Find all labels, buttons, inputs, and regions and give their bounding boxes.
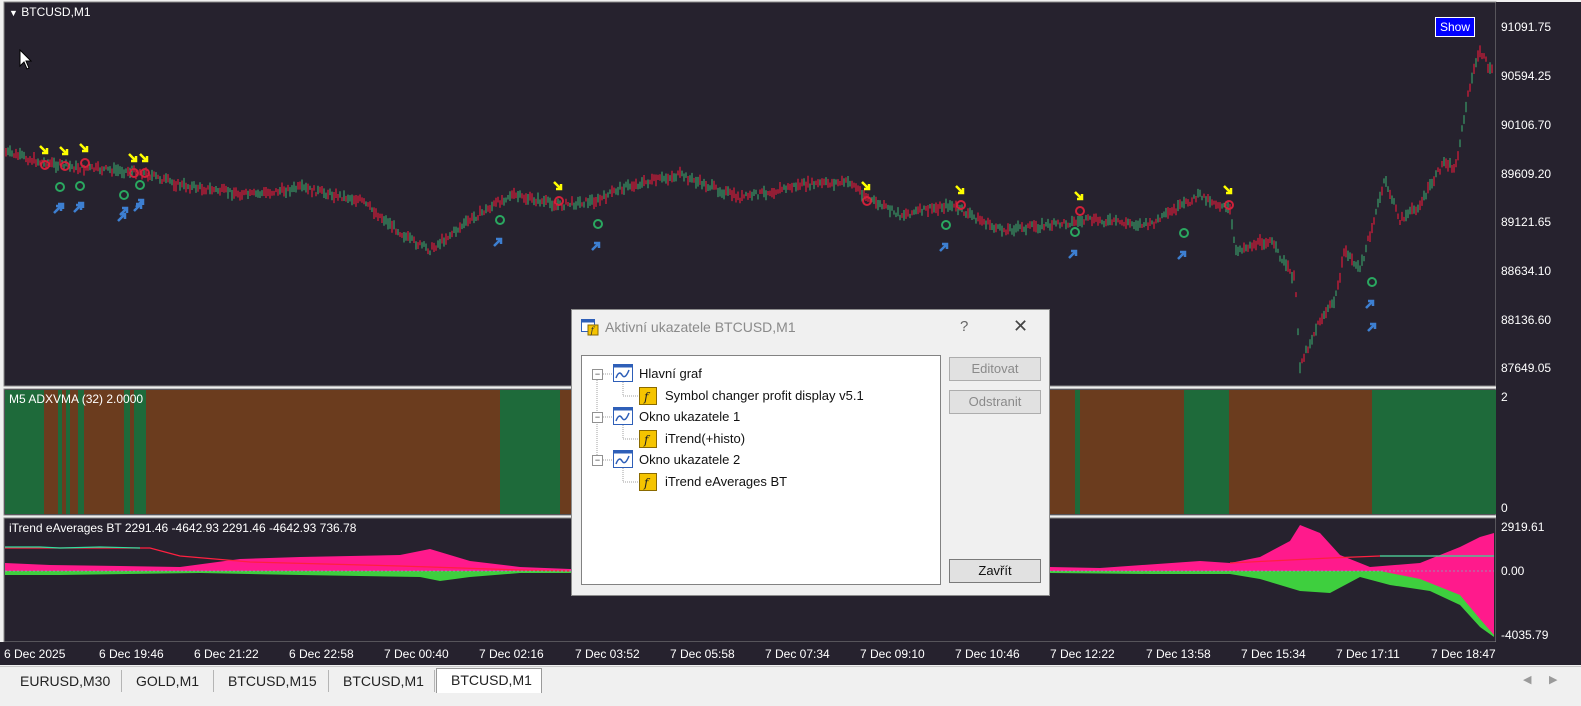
- scroll-left-icon[interactable]: ◀: [1523, 673, 1531, 686]
- tab-eurusd-m30[interactable]: EURUSD,M30: [6, 670, 122, 692]
- symbol-title[interactable]: ▼ BTCUSD,M1: [9, 5, 91, 19]
- price-axis-label: 88136.60: [1501, 313, 1552, 327]
- collapse-toggle-icon[interactable]: −: [592, 455, 603, 466]
- indicator-function-icon: f: [639, 387, 657, 410]
- time-axis-label: 7 Dec 03:52: [575, 647, 640, 661]
- indicator2-axis-top: 2919.61: [1501, 520, 1545, 534]
- tree-node-main-chart[interactable]: Hlavní graf: [639, 366, 702, 381]
- time-axis-label: 7 Dec 10:46: [955, 647, 1020, 661]
- edit-button[interactable]: Editovat: [949, 357, 1041, 381]
- time-axis-label: 7 Dec 05:58: [670, 647, 735, 661]
- adxvma-block: [1184, 390, 1229, 514]
- time-axis-label: 6 Dec 21:22: [194, 647, 259, 661]
- close-button[interactable]: Zavřít: [949, 559, 1041, 583]
- scroll-right-icon[interactable]: ▶: [1549, 673, 1557, 686]
- adxvma-block: [500, 390, 560, 514]
- adxvma-block: [1080, 390, 1184, 514]
- price-axis-label: 89121.65: [1501, 215, 1552, 229]
- tree-node-itrend-eaverages[interactable]: iTrend eAverages BT: [665, 474, 787, 489]
- time-axis-label: 6 Dec 2025: [4, 647, 66, 661]
- tree-node-itrend-histo[interactable]: iTrend(+histo): [665, 431, 745, 446]
- price-axis-label: 87649.05: [1501, 361, 1552, 375]
- mouse-cursor-icon: [19, 48, 33, 76]
- adxvma-block: [124, 390, 130, 514]
- tab-btcusd-m1-active[interactable]: BTCUSD,M1: [436, 668, 542, 693]
- adxvma-block: [70, 390, 78, 514]
- adxvma-block: [78, 390, 84, 514]
- price-axis-label: 91091.75: [1501, 20, 1552, 34]
- time-axis-label: 7 Dec 13:58: [1146, 647, 1211, 661]
- adxvma-block: [1050, 390, 1075, 514]
- tree-node-symbol-changer[interactable]: Symbol changer profit display v5.1: [665, 388, 864, 403]
- time-axis-label: 7 Dec 07:34: [765, 647, 830, 661]
- chart-tab-bar: EURUSD,M30 GOLD,M1 BTCUSD,M15 BTCUSD,M1 …: [0, 666, 1581, 706]
- adxvma-block: [44, 390, 58, 514]
- remove-button[interactable]: Odstranit: [949, 390, 1041, 414]
- time-axis-label: 6 Dec 19:46: [99, 647, 164, 661]
- indicators-window-icon: f: [581, 319, 599, 341]
- time-axis-label: 7 Dec 02:16: [479, 647, 544, 661]
- show-button[interactable]: Show: [1435, 17, 1475, 37]
- time-axis-label: 6 Dec 22:58: [289, 647, 354, 661]
- tab-gold-m1[interactable]: GOLD,M1: [122, 670, 214, 692]
- indicator2-label: iTrend eAverages BT 2291.46 -4642.93 229…: [9, 521, 357, 535]
- indicator2-axis-bottom: -4035.79: [1501, 628, 1549, 642]
- adxvma-block: [58, 390, 62, 514]
- adxvma-block: [5, 390, 44, 514]
- indicator-function-icon: f: [639, 473, 657, 496]
- adxvma-block: [130, 390, 134, 514]
- indicator1-axis-bottom: 0: [1501, 501, 1508, 515]
- indicator-tree[interactable]: − Hlavní graf f Symbol changer profit di…: [581, 355, 941, 585]
- adxvma-block: [62, 390, 66, 514]
- tab-btcusd-m1[interactable]: BTCUSD,M1: [329, 670, 435, 692]
- time-axis-label: 7 Dec 12:22: [1050, 647, 1115, 661]
- indicator1-label: M5 ADXVMA (32) 2.0000: [9, 392, 144, 406]
- dialog-title: Aktivní ukazatele BTCUSD,M1: [605, 319, 796, 335]
- price-axis-label: 88634.10: [1501, 264, 1552, 278]
- chart-window-icon: [613, 407, 633, 430]
- price-axis-label: 90106.70: [1501, 118, 1552, 132]
- adxvma-block: [1372, 390, 1496, 514]
- time-axis-label: 7 Dec 18:47: [1431, 647, 1496, 661]
- adxvma-block: [66, 390, 70, 514]
- chart-window-icon: [613, 450, 633, 473]
- adxvma-block: [1229, 390, 1372, 514]
- tree-node-indicator-window-2[interactable]: Okno ukazatele 2: [639, 452, 740, 467]
- tree-node-indicator-window-1[interactable]: Okno ukazatele 1: [639, 409, 740, 424]
- tab-btcusd-m15[interactable]: BTCUSD,M15: [214, 670, 329, 692]
- time-axis-label: 7 Dec 09:10: [860, 647, 925, 661]
- help-button[interactable]: ?: [960, 318, 968, 335]
- chart-window-icon: [613, 364, 633, 387]
- indicator-function-icon: f: [639, 430, 657, 453]
- indicator2-axis-mid: 0.00: [1501, 564, 1525, 578]
- collapse-toggle-icon[interactable]: −: [592, 369, 603, 380]
- close-icon[interactable]: ✕: [1013, 316, 1028, 337]
- indicator1-axis-top: 2: [1501, 390, 1508, 404]
- price-axis-label: 90594.25: [1501, 69, 1552, 83]
- time-axis-label: 7 Dec 00:40: [384, 647, 449, 661]
- adxvma-block: [84, 390, 124, 514]
- adxvma-block: [146, 390, 500, 514]
- time-axis-label: 7 Dec 17:11: [1336, 647, 1400, 661]
- time-axis-label: 7 Dec 15:34: [1241, 647, 1306, 661]
- adxvma-block: [1075, 390, 1080, 514]
- symbol-title-text: BTCUSD,M1: [21, 5, 91, 19]
- adxvma-block: [134, 390, 146, 514]
- dropdown-triangle-icon[interactable]: ▼: [9, 8, 18, 18]
- collapse-toggle-icon[interactable]: −: [592, 412, 603, 423]
- price-axis-label: 89609.20: [1501, 167, 1552, 181]
- active-indicators-dialog: f Aktivní ukazatele BTCUSD,M1 ? ✕ − Hlav…: [571, 309, 1050, 596]
